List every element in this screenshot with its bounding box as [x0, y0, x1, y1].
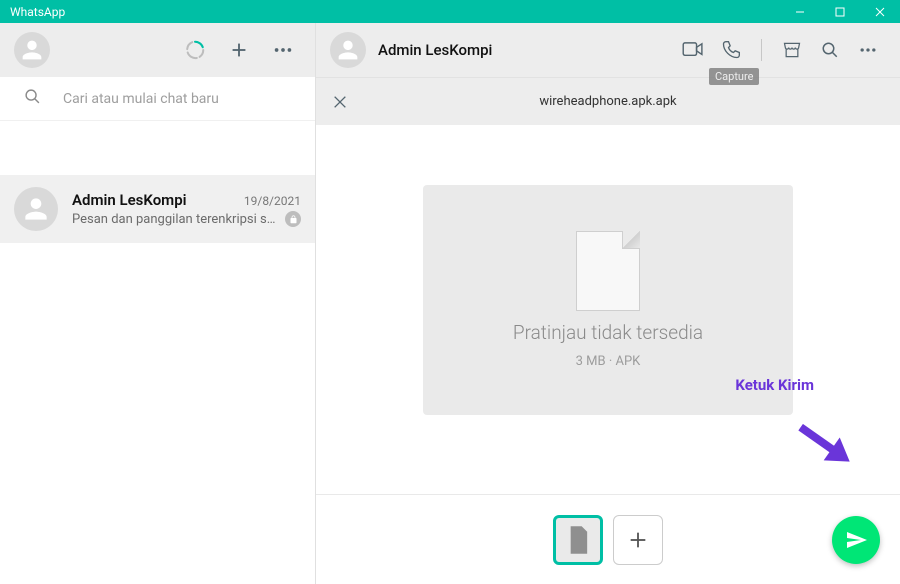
menu-icon[interactable]: [265, 32, 301, 68]
search-bar: [0, 77, 315, 121]
status-icon[interactable]: [177, 32, 213, 68]
search-input[interactable]: [63, 91, 291, 107]
annotation-arrow-icon: [790, 416, 858, 477]
search-in-chat-icon[interactable]: [812, 32, 848, 68]
voice-call-icon[interactable]: [713, 32, 749, 68]
maximize-button[interactable]: [820, 0, 860, 23]
chat-preview: Pesan dan panggilan terenkripsi secara .…: [72, 212, 281, 227]
chat-contact-name: Admin LesKompi: [378, 41, 663, 59]
sidebar-header: [0, 23, 315, 77]
chat-panel: Admin LesKompi Capture: [316, 23, 900, 584]
close-button[interactable]: [860, 0, 900, 23]
contact-avatar-icon: [14, 187, 58, 231]
encryption-icon: [285, 211, 301, 227]
preview-unavailable-label: Pratinjau tidak tersedia: [513, 321, 703, 344]
chat-name: Admin LesKompi: [72, 191, 187, 209]
video-call-icon[interactable]: [675, 32, 711, 68]
search-icon: [24, 88, 41, 109]
preview-area: Pratinjau tidak tersedia 3 MB · APK Ketu…: [316, 125, 900, 494]
document-icon: [576, 231, 640, 311]
divider: [761, 39, 762, 61]
attachment-row: [316, 494, 900, 584]
send-button[interactable]: [832, 516, 880, 564]
file-meta: 3 MB · APK: [576, 354, 641, 369]
chat-menu-icon[interactable]: [850, 32, 886, 68]
self-avatar[interactable]: [14, 32, 50, 68]
chat-list: Admin LesKompi 19/8/2021 Pesan dan pangg…: [0, 121, 315, 584]
annotation-label: Ketuk Kirim: [735, 376, 814, 394]
chat-avatar-icon[interactable]: [330, 32, 366, 68]
chat-list-item[interactable]: Admin LesKompi 19/8/2021 Pesan dan pangg…: [0, 175, 315, 243]
new-chat-icon[interactable]: [221, 32, 257, 68]
capture-tooltip: Capture: [709, 68, 759, 85]
attachment-filename: wireheadphone.apk.apk: [364, 94, 852, 109]
sidebar: Admin LesKompi 19/8/2021 Pesan dan pangg…: [0, 23, 316, 584]
chat-date: 19/8/2021: [244, 194, 301, 208]
chat-header: Admin LesKompi Capture: [316, 23, 900, 77]
app-title: WhatsApp: [10, 5, 65, 19]
titlebar: WhatsApp: [0, 0, 900, 23]
close-attachment-icon[interactable]: [332, 94, 348, 110]
attachment-thumbnail[interactable]: [553, 515, 603, 565]
minimize-button[interactable]: [780, 0, 820, 23]
window-controls: [780, 0, 900, 23]
add-attachment-button[interactable]: [613, 515, 663, 565]
attachment-bar: wireheadphone.apk.apk: [316, 77, 900, 125]
store-icon[interactable]: [774, 32, 810, 68]
